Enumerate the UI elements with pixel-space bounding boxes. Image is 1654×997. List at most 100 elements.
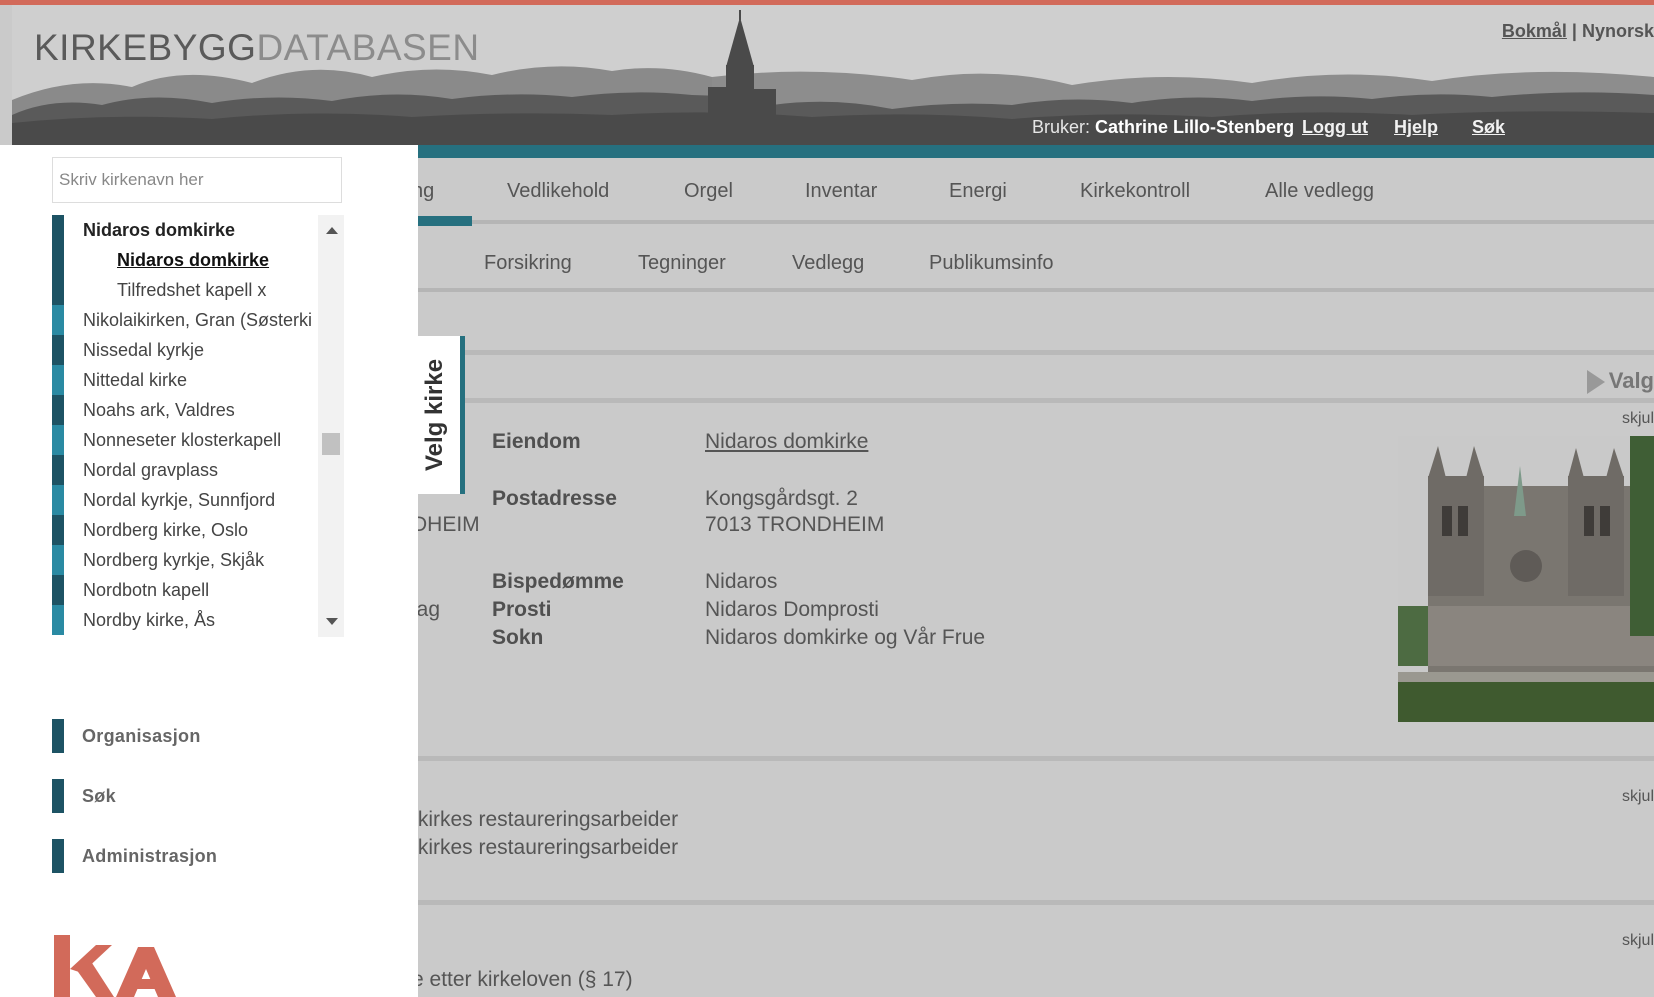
postadresse-label: Postadresse [492, 487, 617, 510]
postadresse-line2: 7013 TRONDHEIM [705, 513, 885, 536]
list-item-label: Nordbotn kapell [83, 580, 210, 600]
section-divider [412, 398, 1654, 403]
section-divider [412, 900, 1654, 905]
list-item-bar [52, 485, 64, 515]
help-link[interactable]: Hjelp [1394, 117, 1438, 138]
header-accent-bar [412, 145, 1654, 158]
prosti-value: Nidaros Domprosti [705, 598, 879, 621]
list-item-bar [52, 305, 64, 335]
tab-energi[interactable]: Energi [949, 180, 1007, 203]
site-logo[interactable]: KIRKEBYGGDATABASEN [34, 27, 480, 69]
fragment-dheim: DHEIM [412, 513, 480, 536]
church-photo [1398, 436, 1654, 722]
tab-vedlegg[interactable]: Vedlegg [792, 252, 864, 275]
postadresse-line1: Kongsgårdsgt. 2 [705, 487, 858, 510]
prosti-label: Prosti [492, 598, 552, 621]
list-item-label: Nittedal kirke [83, 370, 188, 390]
logo-text-databasen: DATABASEN [256, 27, 480, 68]
nav-bar [52, 839, 64, 873]
tab-alle-vedlegg[interactable]: Alle vedlegg [1265, 180, 1374, 203]
list-item-bar [52, 605, 64, 635]
tab-kirkekontroll[interactable]: Kirkekontroll [1080, 180, 1190, 203]
list-item[interactable]: Nissedal kyrkje [52, 335, 318, 365]
list-item[interactable]: Nordbotn kapell [52, 575, 318, 605]
list-item-bar [52, 335, 64, 365]
skjul-link[interactable]: skjul [1622, 410, 1654, 428]
nav-organisasjon[interactable]: Organisasjon [52, 719, 302, 753]
list-item[interactable]: Nordal gravplass [52, 455, 318, 485]
scrollbar-thumb[interactable] [322, 433, 340, 455]
list-item-label: Nordberg kirke, Oslo [83, 520, 249, 540]
primary-tabs: ng Vedlikehold Orgel Inventar Energi Kir… [412, 180, 1654, 220]
logout-link[interactable]: Logg ut [1302, 117, 1368, 138]
list-item-label: Nidaros domkirke [117, 250, 270, 270]
nav-administrasjon[interactable]: Administrasjon [52, 839, 302, 873]
tab-publikumsinfo[interactable]: Publikumsinfo [929, 252, 1054, 275]
list-item-label: Nordal kyrkje, Sunnfjord [83, 490, 276, 510]
list-item[interactable]: Nonneseter klosterkapell [52, 425, 318, 455]
tab-inventar[interactable]: Inventar [805, 180, 877, 203]
list-item[interactable]: Nordberg kirke, Oslo [52, 515, 318, 545]
secondary-tabs-divider [412, 288, 1654, 292]
valg-label: Valg [1608, 368, 1654, 393]
list-item[interactable]: Nordal kyrkje, Sunnfjord [52, 485, 318, 515]
fragment-restaurering-2[interactable]: ıkirkes restaureringsarbeider [412, 836, 678, 860]
list-item-label: Nissedal kyrkje [83, 340, 205, 360]
list-item[interactable]: Nordby kirke, Ås [52, 605, 318, 635]
lang-nynorsk-link[interactable]: Nynorsk [1582, 21, 1654, 41]
language-switcher: Bokmål | Nynorsk [1502, 21, 1654, 42]
nav-sok[interactable]: Søk [52, 779, 302, 813]
list-item-bar [52, 245, 64, 275]
user-label: Bruker: [1032, 117, 1091, 137]
list-item-label: Nikolaikirken, Gran (Søsterki [83, 310, 313, 330]
tab-tegninger[interactable]: Tegninger [638, 252, 726, 275]
list-item-bar [52, 275, 64, 305]
nav-label: Søk [82, 786, 116, 806]
list-item[interactable]: Nidaros domkirke [52, 215, 318, 245]
header-banner: KIRKEBYGGDATABASEN Bokmål | Nynorsk Bruk… [12, 5, 1654, 145]
tab-vedlikehold[interactable]: Vedlikehold [507, 180, 609, 203]
active-tab-indicator [412, 216, 472, 226]
section-divider [412, 756, 1654, 761]
search-link[interactable]: Søk [1472, 117, 1505, 138]
list-item[interactable]: Noahs ark, Valdres [52, 395, 318, 425]
church-list: Nidaros domkirke Nidaros domkirke Tilfre… [52, 215, 344, 637]
fragment-restaurering-1[interactable]: ıkirkes restaureringsarbeider [412, 808, 678, 832]
eiendom-label: Eiendom [492, 430, 581, 453]
list-item-selected[interactable]: Nidaros domkirke [52, 245, 318, 275]
list-item-bar [52, 395, 64, 425]
sokn-value: Nidaros domkirke og Vår Frue [705, 626, 986, 649]
list-item[interactable]: Nittedal kirke [52, 365, 318, 395]
sidebar: Nidaros domkirke Nidaros domkirke Tilfre… [0, 145, 418, 997]
tab-forsikring[interactable]: Forsikring [484, 252, 572, 275]
list-item[interactable]: Tilfredshet kapell x [52, 275, 318, 305]
bispedomme-label: Bispedømme [492, 570, 624, 593]
list-item-bar [52, 515, 64, 545]
ka-logo [52, 933, 182, 997]
list-item-bar [52, 575, 64, 605]
list-item[interactable]: Nordberg kyrkje, Skjåk [52, 545, 318, 575]
user-info: Bruker: Cathrine Lillo-Stenberg [1032, 117, 1294, 138]
list-item-label: Nordberg kyrkje, Skjåk [83, 550, 265, 570]
nav-bar [52, 719, 64, 753]
lang-separator: | [1566, 21, 1582, 41]
list-item-bar [52, 215, 64, 245]
list-item-bar [52, 425, 64, 455]
skjul-link[interactable]: skjul [1622, 788, 1654, 806]
section-divider [412, 350, 1654, 355]
list-scrollbar[interactable] [318, 215, 344, 637]
church-search-input[interactable] [52, 157, 342, 203]
eiendom-link[interactable]: Nidaros domkirke [705, 430, 868, 454]
lang-bokmal-link[interactable]: Bokmål [1502, 21, 1567, 41]
list-item-label: Noahs ark, Valdres [83, 400, 235, 420]
list-item[interactable]: Nikolaikirken, Gran (Søsterki [52, 305, 318, 335]
fragment-kirkeloven: e etter kirkeloven (§ 17) [412, 968, 633, 991]
list-item-label: Nordal gravplass [83, 460, 219, 480]
scroll-up-arrow-icon[interactable] [326, 227, 338, 234]
tab-orgel[interactable]: Orgel [684, 180, 733, 203]
skjul-link[interactable]: skjul [1622, 932, 1654, 950]
scroll-down-arrow-icon[interactable] [326, 618, 338, 625]
valg-toggle[interactable]: Valg [1586, 368, 1654, 395]
list-item-bar [52, 455, 64, 485]
list-item-label: Nordby kirke, Ås [83, 610, 216, 630]
